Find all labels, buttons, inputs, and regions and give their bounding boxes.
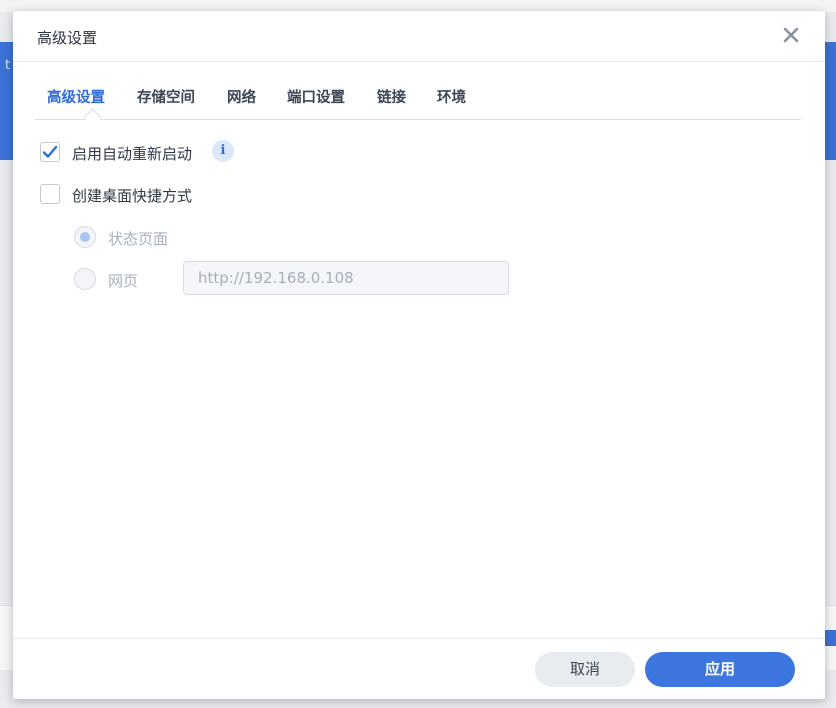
background-blue-panel-right	[824, 42, 836, 160]
radio-selected-dot	[80, 232, 90, 242]
active-tab-indicator	[83, 108, 102, 127]
advanced-settings-dialog: 高级设置 高级设置 存储空间 网络 端口设置 链接 环境 启用自动重新启动 i …	[13, 11, 825, 699]
tab-environment[interactable]: 环境	[437, 86, 466, 107]
close-icon[interactable]	[779, 23, 803, 47]
webpage-label: 网页	[108, 272, 139, 290]
dialog-title: 高级设置	[37, 29, 98, 47]
background-fragment-text: t	[5, 58, 11, 73]
status-page-radio[interactable]	[74, 226, 96, 248]
auto-restart-label: 启用自动重新启动	[72, 145, 193, 163]
cancel-button[interactable]: 取消	[535, 652, 635, 687]
dialog-footer: 取消 应用	[13, 638, 825, 700]
tab-port-settings[interactable]: 端口设置	[287, 86, 345, 107]
background-blue-panel-left: t	[0, 42, 14, 160]
checkmark-icon	[42, 145, 58, 158]
auto-restart-checkbox[interactable]	[40, 142, 60, 162]
webpage-radio[interactable]	[74, 268, 96, 290]
status-page-label: 状态页面	[108, 230, 169, 248]
background-blue-button-fragment	[824, 630, 836, 646]
tab-links[interactable]: 链接	[377, 86, 406, 107]
info-icon[interactable]: i	[212, 140, 234, 162]
desktop-shortcut-label: 创建桌面快捷方式	[72, 187, 193, 205]
webpage-url-input[interactable]: http://192.168.0.108	[183, 261, 509, 295]
desktop-shortcut-checkbox[interactable]	[40, 184, 60, 204]
tab-network[interactable]: 网络	[227, 86, 256, 107]
dialog-titlebar: 高级设置	[13, 11, 825, 62]
apply-button[interactable]: 应用	[645, 652, 795, 687]
tab-storage[interactable]: 存储空间	[137, 86, 195, 107]
tab-bar: 高级设置 存储空间 网络 端口设置 链接 环境	[35, 74, 801, 127]
tab-advanced-settings[interactable]: 高级设置	[47, 86, 105, 107]
